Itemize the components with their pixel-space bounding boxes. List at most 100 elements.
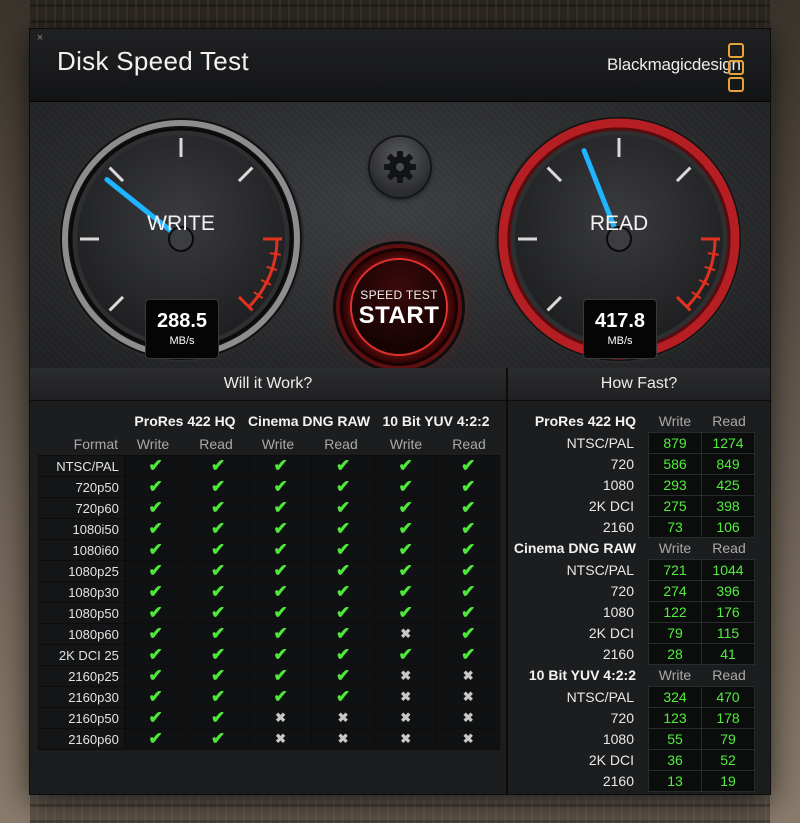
read-speed-cell: 178 [701, 707, 755, 729]
supported-cell: ✔ [373, 455, 438, 477]
supported-cell: ✔ [436, 602, 500, 624]
check-icon: ✔ [336, 582, 351, 601]
close-button[interactable]: × [34, 32, 46, 44]
check-icon: ✔ [461, 519, 476, 538]
how-fast-header: How Fast? [508, 368, 770, 401]
settings-button[interactable] [370, 137, 430, 197]
speed-test-start-button[interactable]: SPEED TEST START [336, 244, 462, 370]
supported-cell: ✔ [123, 476, 188, 498]
supported-cell: ✔ [248, 497, 313, 519]
will-it-work-panel: ProRes 422 HQ Cinema DNG RAW 10 Bit YUV … [30, 401, 506, 794]
check-icon: ✔ [148, 729, 163, 748]
supported-cell: ✔ [373, 476, 438, 498]
format-cell: 2160p50 [38, 707, 125, 729]
format-cell: 1080 [602, 604, 634, 620]
check-icon: ✔ [336, 561, 351, 580]
format-cell: 2160p30 [38, 686, 125, 708]
check-icon: ✔ [461, 540, 476, 559]
supported-cell: ✔ [248, 560, 313, 582]
cross-icon: ✖ [462, 689, 474, 704]
supported-cell: ✔ [123, 665, 188, 687]
check-icon: ✔ [461, 477, 476, 496]
table-row: 1080i50 ✔ ✔ ✔ ✔ ✔ ✔ [38, 518, 500, 540]
read-unit: MB/s [607, 335, 633, 347]
ww-sub-write-2: Write [261, 436, 295, 452]
check-icon: ✔ [273, 624, 288, 643]
will-it-work-header: Will it Work? [30, 368, 506, 401]
table-row: 1080p50 ✔ ✔ ✔ ✔ ✔ ✔ [38, 602, 500, 624]
supported-cell: ✔ [123, 707, 188, 729]
app-title: Disk Speed Test [57, 46, 249, 76]
format-cell: NTSC/PAL [566, 689, 634, 705]
format-cell: 2160 [602, 519, 634, 535]
format-cell: 1080i60 [38, 539, 125, 561]
table-row: 720 274 396 [508, 580, 755, 602]
supported-cell: ✔ [186, 707, 250, 729]
supported-cell: ✔ [123, 518, 188, 540]
cross-icon: ✖ [275, 710, 287, 725]
supported-cell: ✔ [186, 665, 250, 687]
supported-cell: ✔ [436, 623, 500, 645]
supported-cell: ✔ [373, 497, 438, 519]
supported-cell: ✔ [311, 560, 375, 582]
unsupported-cell: ✖ [311, 728, 375, 750]
check-icon: ✔ [210, 540, 226, 559]
read-speed-cell: 115 [701, 622, 755, 644]
check-icon: ✔ [148, 540, 163, 559]
cross-icon: ✖ [400, 626, 412, 641]
how-fast-table: NTSC/PAL 324 470 720 123 178 1080 55 79 2K DCI 36 5… [508, 686, 755, 792]
supported-cell: ✔ [436, 581, 500, 603]
check-icon: ✔ [398, 456, 413, 475]
supported-cell: ✔ [311, 539, 375, 561]
check-icon: ✔ [273, 540, 288, 559]
table-row: NTSC/PAL 324 470 [508, 686, 755, 708]
table-row: 2160 73 106 [508, 516, 755, 538]
read-value: 417.8 [594, 310, 646, 332]
write-readout: 288.5 MB/s [145, 299, 219, 359]
supported-cell: ✔ [311, 686, 375, 708]
how-fast-section-title: Cinema DNG RAW [513, 540, 636, 556]
supported-cell: ✔ [186, 518, 250, 540]
format-cell: NTSC/PAL [566, 562, 634, 578]
unsupported-cell: ✖ [248, 707, 313, 729]
supported-cell: ✔ [311, 518, 375, 540]
cross-icon: ✖ [462, 668, 474, 683]
supported-cell: ✔ [373, 644, 438, 666]
check-icon: ✔ [273, 477, 288, 496]
format-cell: 1080 [602, 731, 634, 747]
supported-cell: ✔ [311, 476, 375, 498]
read-speed-cell: 425 [701, 474, 755, 496]
table-row: 2K DCI 36 52 [508, 749, 755, 771]
format-cell: 1080p60 [38, 623, 125, 645]
check-icon: ✔ [210, 582, 226, 601]
read-speed-cell: 79 [701, 728, 755, 750]
supported-cell: ✔ [311, 497, 375, 519]
start-big-label: START [358, 302, 440, 329]
gear-icon [384, 151, 416, 183]
how-fast-table: NTSC/PAL 721 1044 720 274 396 1080 122 176 2K DCI… [508, 559, 755, 665]
check-icon: ✔ [273, 666, 288, 685]
table-row: 720 123 178 [508, 707, 755, 729]
table-row: 2160 28 41 [508, 643, 755, 665]
write-value: 288.5 [156, 310, 208, 332]
check-icon: ✔ [148, 708, 163, 727]
check-icon: ✔ [336, 645, 351, 664]
check-icon: ✔ [336, 687, 351, 706]
brand-logo-icon [728, 43, 744, 92]
format-cell: 720 [610, 456, 634, 472]
how-fast-section-title: ProRes 422 HQ [534, 413, 636, 429]
table-row: 2160p30 ✔ ✔ ✔ ✔ ✖ ✖ [38, 686, 500, 708]
read-readout: 417.8 MB/s [583, 299, 657, 359]
table-row: 2160 13 19 [508, 770, 755, 792]
read-speed-cell: 1044 [701, 559, 755, 581]
results-panels: Will it Work? How Fast? ProRes 422 HQ Ci… [30, 368, 770, 794]
check-icon: ✔ [398, 477, 413, 496]
format-cell: 1080i50 [38, 518, 125, 540]
unsupported-cell: ✖ [436, 665, 500, 687]
format-cell: 2K DCI [588, 498, 634, 514]
title-bar: × Disk Speed Test Blackmagicdesign [30, 29, 770, 102]
unsupported-cell: ✖ [373, 665, 438, 687]
ww-sub-read-1: Read [199, 436, 233, 452]
supported-cell: ✔ [123, 644, 188, 666]
format-cell: 720 [610, 710, 634, 726]
